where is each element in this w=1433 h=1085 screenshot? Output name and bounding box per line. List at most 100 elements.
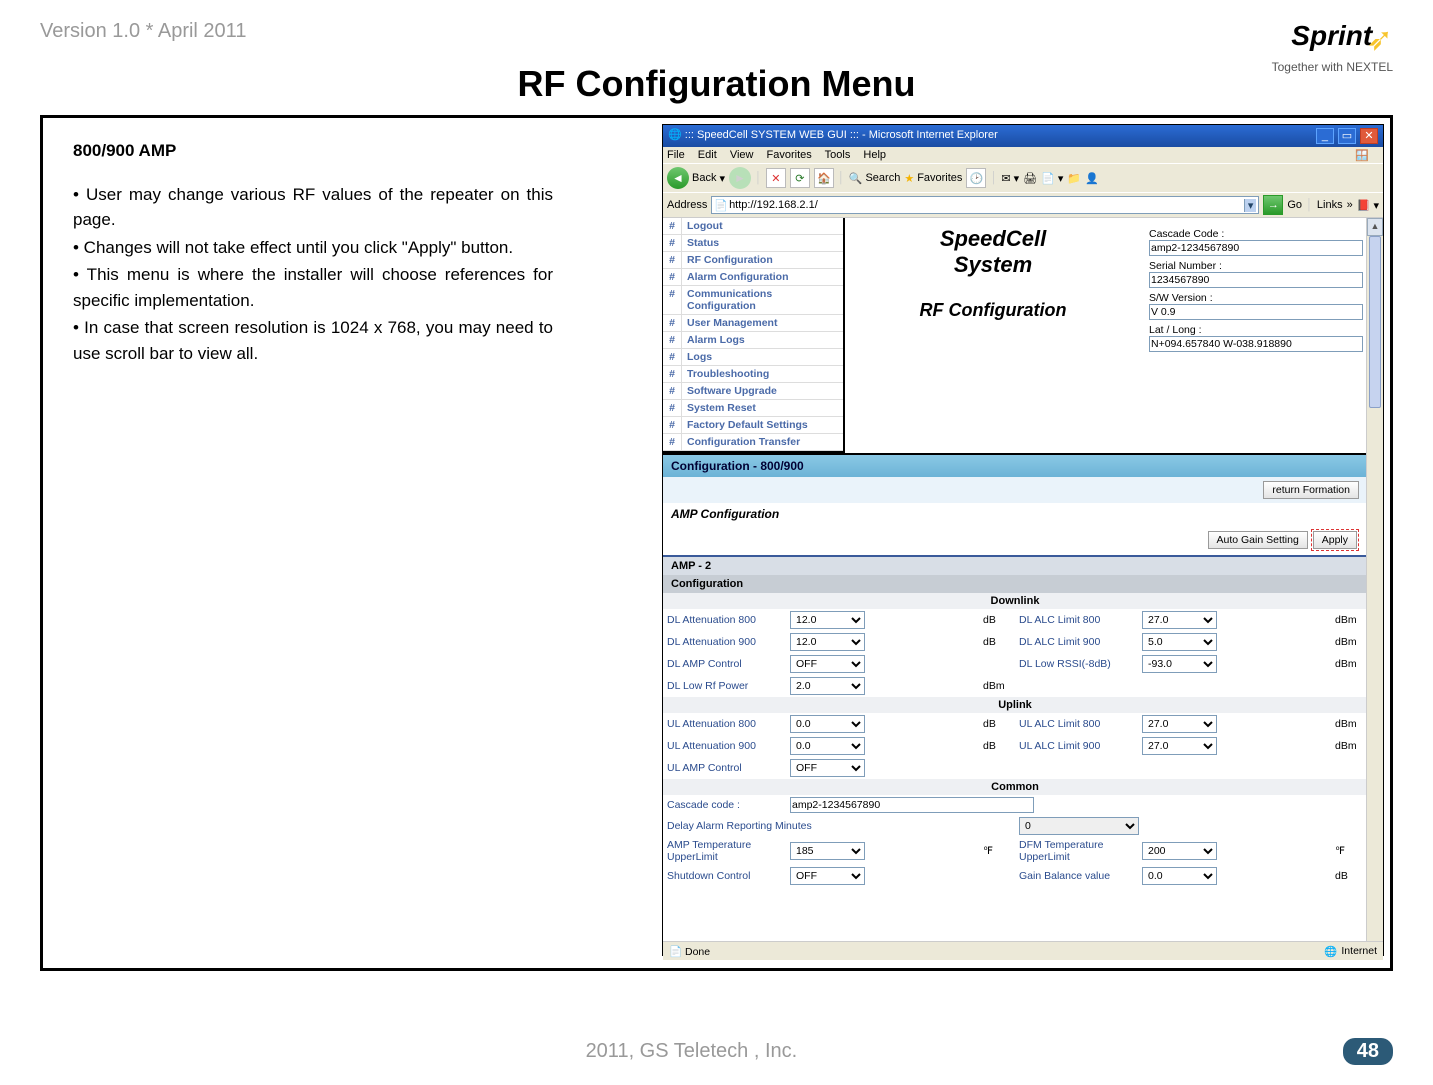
window-titlebar[interactable]: 🌐 ::: SpeedCell SYSTEM WEB GUI ::: - Mic… bbox=[663, 125, 1383, 147]
stop-button[interactable]: ✕ bbox=[766, 168, 786, 188]
copyright-text: 2011, GS Teletech , Inc. bbox=[586, 1040, 798, 1063]
sidebar-item-alarm-logs[interactable]: #Alarm Logs bbox=[663, 332, 843, 349]
ul-att900-label: UL Attenuation 900 bbox=[663, 735, 786, 757]
dl-att800-select[interactable]: 12.0 bbox=[790, 611, 865, 629]
logo-swirl-icon: ➶ bbox=[1366, 21, 1393, 57]
sw-version-label: S/W Version : bbox=[1149, 292, 1359, 304]
ul-att900-unit: dB bbox=[979, 735, 1015, 757]
sidebar-item-system-reset[interactable]: #System Reset bbox=[663, 400, 843, 417]
dl-att800-unit: dB bbox=[979, 609, 1015, 631]
search-button[interactable]: 🔍 Search bbox=[849, 172, 901, 185]
ul-alc900-select[interactable]: 27.0 bbox=[1142, 737, 1217, 755]
menu-edit[interactable]: Edit bbox=[698, 149, 717, 161]
sidebar-item-rf-configuration[interactable]: #RF Configuration bbox=[663, 252, 843, 269]
menu-view[interactable]: View bbox=[730, 149, 754, 161]
forward-button[interactable]: ► bbox=[729, 167, 751, 189]
address-input-wrap[interactable]: 📄 ▾ bbox=[711, 196, 1259, 214]
sw-version-input[interactable] bbox=[1149, 304, 1363, 320]
amp-temp-select[interactable]: 185 bbox=[790, 842, 865, 860]
sidebar-item-troubleshooting[interactable]: #Troubleshooting bbox=[663, 366, 843, 383]
sidebar-item-configuration-transfer[interactable]: #Configuration Transfer bbox=[663, 434, 843, 451]
speedcell-title-1: SpeedCell bbox=[845, 226, 1141, 252]
maximize-button[interactable]: ▭ bbox=[1338, 128, 1356, 144]
sprint-logo: Sprint➶ Together with NEXTEL bbox=[1272, 20, 1393, 74]
internet-icon: 🌐 bbox=[1324, 945, 1337, 958]
sidebar-item-status[interactable]: #Status bbox=[663, 235, 843, 252]
ul-att900-select[interactable]: 0.0 bbox=[790, 737, 865, 755]
menu-favorites[interactable]: Favorites bbox=[767, 149, 812, 161]
apply-button[interactable]: Apply bbox=[1313, 531, 1357, 549]
auto-gain-setting-button[interactable]: Auto Gain Setting bbox=[1208, 531, 1308, 549]
sidebar-item-logout[interactable]: #Logout bbox=[663, 218, 843, 235]
ul-att800-select[interactable]: 0.0 bbox=[790, 715, 865, 733]
address-bar-row: Address 📄 ▾ →Go │ Links » 📕 ▾ bbox=[663, 193, 1383, 218]
gain-balance-select[interactable]: 0.0 bbox=[1142, 867, 1217, 885]
home-button[interactable]: 🏠 bbox=[814, 168, 834, 188]
print-button[interactable]: 🖨 bbox=[1023, 172, 1037, 185]
back-button[interactable]: ◄ Back ▾ bbox=[667, 167, 725, 189]
history-button[interactable]: 🕑 bbox=[966, 168, 986, 188]
delay-alarm-select[interactable]: 0 bbox=[1019, 817, 1139, 835]
window-title: 🌐 ::: SpeedCell SYSTEM WEB GUI ::: - Mic… bbox=[668, 128, 998, 144]
dfm-temp-unit: ℉ bbox=[1331, 837, 1367, 865]
page-icon: 📄 bbox=[714, 199, 728, 212]
dfm-temp-select[interactable]: 200 bbox=[1142, 842, 1217, 860]
logo-name: Sprint bbox=[1291, 20, 1372, 51]
ul-amp-control-select[interactable]: OFF bbox=[790, 759, 865, 777]
page-title: RF Configuration Menu bbox=[40, 63, 1393, 105]
latlong-input[interactable] bbox=[1149, 336, 1363, 352]
close-button[interactable]: ✕ bbox=[1360, 128, 1378, 144]
scroll-thumb[interactable] bbox=[1369, 236, 1381, 408]
go-button[interactable]: → bbox=[1263, 195, 1283, 215]
dl-low-rssi-select[interactable]: -93.0 bbox=[1142, 655, 1217, 673]
sidebar-item-alarm-configuration[interactable]: #Alarm Configuration bbox=[663, 269, 843, 286]
sidebar-item-user-management[interactable]: #User Management bbox=[663, 315, 843, 332]
menu-file[interactable]: File bbox=[667, 149, 685, 161]
menu-help[interactable]: Help bbox=[863, 149, 886, 161]
menu-tools[interactable]: Tools bbox=[825, 149, 851, 161]
browser-statusbar: 📄 Done 🌐Internet bbox=[663, 941, 1383, 960]
dl-amp-control-select[interactable]: OFF bbox=[790, 655, 865, 673]
dl-low-rf-select[interactable]: 2.0 bbox=[790, 677, 865, 695]
sidebar-item-software-upgrade[interactable]: #Software Upgrade bbox=[663, 383, 843, 400]
dl-alc900-select[interactable]: 5.0 bbox=[1142, 633, 1217, 651]
bullet-1: • User may change various RF values of t… bbox=[73, 182, 553, 233]
scroll-up-icon[interactable]: ▲ bbox=[1367, 218, 1383, 236]
gain-balance-unit: dB bbox=[1331, 865, 1367, 887]
pdf-icon[interactable]: 📕 ▾ bbox=[1357, 199, 1379, 212]
vertical-scrollbar[interactable]: ▲ ▼ bbox=[1366, 218, 1383, 960]
minimize-button[interactable]: _ bbox=[1316, 128, 1334, 144]
go-label: Go bbox=[1287, 199, 1302, 211]
edit-button[interactable]: 📄 ▾ bbox=[1041, 172, 1063, 185]
serial-number-input[interactable] bbox=[1149, 272, 1363, 288]
dl-alc800-unit: dBm bbox=[1331, 609, 1367, 631]
bullet-2: • Changes will not take effect until you… bbox=[73, 235, 553, 261]
cascade-code-input[interactable] bbox=[1149, 240, 1363, 256]
dl-alc800-select[interactable]: 27.0 bbox=[1142, 611, 1217, 629]
common-cascade-input[interactable] bbox=[790, 797, 1034, 813]
return-formation-button[interactable]: return Formation bbox=[1263, 481, 1359, 499]
dl-alc800-label: DL ALC Limit 800 bbox=[1015, 609, 1138, 631]
favorites-button[interactable]: ★ Favorites bbox=[904, 172, 962, 185]
sidebar-item-logs[interactable]: #Logs bbox=[663, 349, 843, 366]
dl-att900-unit: dB bbox=[979, 631, 1015, 653]
messenger-button[interactable]: 👤 bbox=[1085, 172, 1099, 185]
configuration-header: Configuration bbox=[663, 575, 1367, 593]
ul-alc800-select[interactable]: 27.0 bbox=[1142, 715, 1217, 733]
refresh-button[interactable]: ⟳ bbox=[790, 168, 810, 188]
dl-att900-label: DL Attenuation 900 bbox=[663, 631, 786, 653]
browser-menubar: File Edit View Favorites Tools Help 🪟 bbox=[663, 147, 1383, 163]
links-label[interactable]: Links bbox=[1317, 199, 1343, 211]
sidebar-item-communications-configuration[interactable]: #Communications Configuration bbox=[663, 286, 843, 315]
bullet-4: • In case that screen resolution is 1024… bbox=[73, 315, 553, 366]
ul-alc800-label: UL ALC Limit 800 bbox=[1015, 713, 1138, 735]
description-column: 800/900 AMP • User may change various RF… bbox=[73, 138, 553, 368]
mail-button[interactable]: ✉ ▾ bbox=[1001, 172, 1019, 185]
sidebar-item-factory-default-settings[interactable]: #Factory Default Settings bbox=[663, 417, 843, 434]
url-dropdown-icon[interactable]: ▾ bbox=[1244, 199, 1257, 212]
folder-button[interactable]: 📁 bbox=[1067, 172, 1081, 185]
shutdown-control-select[interactable]: OFF bbox=[790, 867, 865, 885]
dl-att900-select[interactable]: 12.0 bbox=[790, 633, 865, 651]
back-icon: ◄ bbox=[667, 167, 689, 189]
url-input[interactable] bbox=[728, 198, 1244, 212]
